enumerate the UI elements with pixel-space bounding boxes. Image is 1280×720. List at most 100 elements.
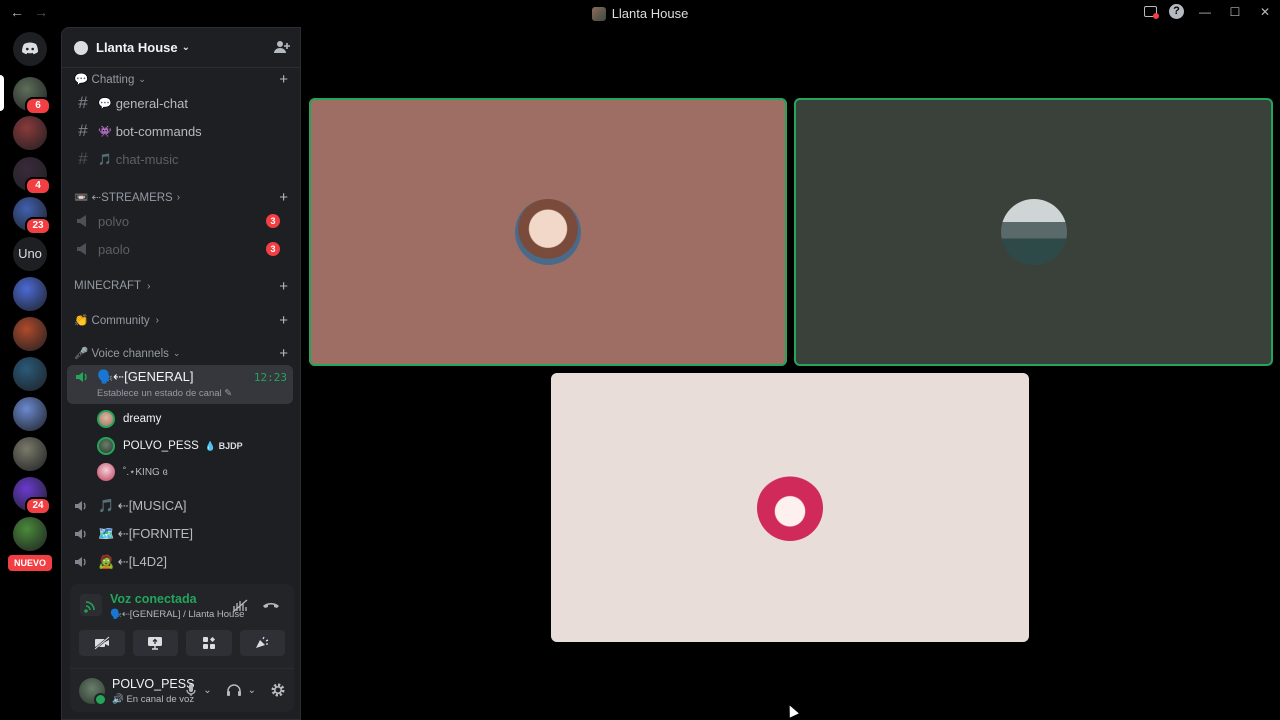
- channel-paolo[interactable]: paolo 3: [74, 236, 288, 262]
- channel-label: chat-music: [115, 151, 179, 167]
- category-streamers[interactable]: 📼 ⇠STREAMERS › +: [74, 189, 288, 206]
- chevron-down-icon: ⌄: [172, 347, 181, 358]
- speaker-icon: [75, 557, 86, 567]
- server-icon-uno[interactable]: Uno: [13, 237, 47, 271]
- signal-icon[interactable]: [80, 594, 102, 616]
- server-icon-6[interactable]: [13, 277, 47, 311]
- voice-connected-subtitle[interactable]: 🗣️⇠[GENERAL] / Llanta House: [110, 609, 244, 620]
- user-panel: Voz conectada 🗣️⇠[GENERAL] / Llanta Hous…: [70, 584, 294, 712]
- channel-emoji: 💬: [98, 97, 112, 110]
- hash-icon: #: [78, 121, 88, 140]
- settings-gear-icon[interactable]: [270, 682, 286, 698]
- server-icon-4[interactable]: 23: [13, 197, 51, 235]
- add-channel-icon[interactable]: +: [279, 189, 288, 206]
- voice-channel-fornite[interactable]: 🗺️ ⇠[FORNITE]: [74, 521, 288, 547]
- category-chatting[interactable]: 💬 Chatting ⌄ +: [74, 71, 288, 88]
- server-icon-8[interactable]: [13, 357, 47, 391]
- channel-emoji: 🎵: [98, 153, 112, 166]
- channel-label: general-chat: [115, 95, 188, 111]
- category-label: MINECRAFT: [74, 280, 142, 292]
- server-icon-3[interactable]: 4: [13, 157, 51, 195]
- chevron-right-icon: ›: [147, 280, 151, 292]
- add-channel-icon[interactable]: +: [279, 71, 288, 88]
- channel-general-chat[interactable]: # 💬 general-chat: [74, 90, 288, 116]
- headphones-icon[interactable]: [226, 683, 242, 697]
- microphone-icon[interactable]: [185, 683, 197, 697]
- voice-user-name: POLVO_PESS: [123, 440, 199, 452]
- maximize-icon[interactable]: ☐: [1226, 5, 1244, 19]
- server-name: Llanta House: [96, 40, 178, 55]
- server-icon-7[interactable]: [13, 317, 47, 351]
- voice-user-polvo-pess[interactable]: POLVO_PESS 💧 BJDP: [97, 435, 243, 457]
- server-icon-2[interactable]: [13, 116, 47, 150]
- chevron-down-icon[interactable]: ⌄: [248, 685, 256, 696]
- camera-off-icon: [94, 636, 110, 650]
- speaker-icon: [75, 501, 86, 511]
- participant-avatar: [757, 474, 823, 541]
- voice-user-name: dreamy: [123, 413, 162, 425]
- add-channel-icon[interactable]: +: [279, 312, 288, 329]
- voice-user-king[interactable]: ˚.⋆KING ɞ: [97, 461, 168, 483]
- chevron-right-icon: ›: [155, 314, 160, 326]
- screen-share-button[interactable]: [132, 630, 178, 656]
- soundboard-button[interactable]: [239, 630, 285, 656]
- channel-label: paolo: [98, 241, 130, 257]
- server-header[interactable]: Llanta House ⌄: [62, 28, 300, 68]
- server-icon: [591, 6, 606, 21]
- discord-home-icon[interactable]: [13, 32, 47, 66]
- voice-channel-label: 🗺️ ⇠[FORNITE]: [98, 526, 193, 541]
- participant-tile-polvo-pess[interactable]: [794, 98, 1273, 366]
- close-icon[interactable]: ✕: [1256, 5, 1274, 19]
- camera-off-button[interactable]: [79, 630, 125, 656]
- category-label: 👏 Community: [74, 315, 150, 327]
- hash-icon: #: [78, 149, 88, 168]
- participant-tile-dreamy[interactable]: [309, 98, 787, 366]
- inbox-icon[interactable]: [1144, 6, 1159, 19]
- category-community[interactable]: 👏 Community › +: [74, 312, 288, 329]
- user-tag: 💧 BJDP: [204, 440, 243, 451]
- channel-label: polvo: [98, 213, 130, 229]
- user-status: 🔊 En canal de voz: [112, 694, 195, 705]
- noise-suppression-icon[interactable]: [232, 599, 248, 613]
- add-channel-icon[interactable]: +: [279, 345, 288, 362]
- new-badge[interactable]: NUEVO: [8, 555, 52, 571]
- chevron-down-icon[interactable]: ⌄: [203, 685, 211, 696]
- category-voice-channels[interactable]: 🎤 Voice channels ⌄ +: [74, 345, 288, 362]
- channel-status[interactable]: Establece un estado de canal ✎: [97, 388, 232, 399]
- help-icon[interactable]: ?: [1169, 4, 1184, 19]
- invite-people-icon[interactable]: [274, 40, 290, 54]
- voice-channel-label: 🧟 ⇠[L4D2]: [98, 554, 167, 569]
- title-bar: ← → Llanta House ? — ☐ ✕: [0, 0, 1280, 27]
- voice-user-dreamy[interactable]: dreamy: [97, 408, 161, 430]
- user-avatar[interactable]: [79, 678, 107, 706]
- voice-timer: 12:23: [253, 371, 287, 384]
- category-label: 📼 ⇠STREAMERS: [74, 192, 173, 204]
- server-badge: 4: [25, 177, 51, 195]
- announcement-icon: [77, 243, 86, 255]
- voice-connected-title[interactable]: Voz conectada: [110, 592, 197, 606]
- voice-channel-label: 🗣️⇠[GENERAL]: [97, 369, 194, 384]
- voice-channel-musica[interactable]: 🎵 ⇠[MUSICA]: [74, 493, 288, 519]
- channel-status-text: Establece un estado de canal: [97, 388, 222, 399]
- server-icon-9[interactable]: [13, 397, 47, 431]
- voice-channel-l4d2[interactable]: 🧟 ⇠[L4D2]: [74, 549, 288, 575]
- disconnect-icon[interactable]: [262, 599, 280, 611]
- server-badge: 6: [25, 97, 51, 115]
- add-channel-icon[interactable]: +: [279, 278, 288, 295]
- activities-button[interactable]: [186, 630, 232, 656]
- server-icon-12[interactable]: [13, 517, 47, 551]
- minimize-icon[interactable]: —: [1196, 5, 1214, 19]
- window-controls: ? — ☐ ✕: [1144, 4, 1274, 19]
- channel-bot-commands[interactable]: # 👾 bot-commands: [74, 118, 288, 144]
- server-icon-11[interactable]: 24: [13, 477, 51, 515]
- participant-tile-king[interactable]: [551, 373, 1029, 642]
- server-icon-10[interactable]: [13, 437, 47, 471]
- channel-chat-music[interactable]: # 🎵 chat-music: [74, 146, 288, 172]
- channel-polvo[interactable]: polvo 3: [74, 208, 288, 234]
- server-icon-llanta-house[interactable]: 6: [13, 77, 51, 115]
- user-name[interactable]: POLVO_PESS: [112, 677, 194, 691]
- server-list: 6 4 23 Uno 24 NUEVO: [0, 27, 60, 720]
- category-minecraft[interactable]: MINECRAFT › +: [74, 278, 288, 295]
- server-guide-icon: [74, 40, 88, 55]
- voice-channel-general[interactable]: 🗣️⇠[GENERAL] 12:23 Establece un estado d…: [67, 365, 293, 404]
